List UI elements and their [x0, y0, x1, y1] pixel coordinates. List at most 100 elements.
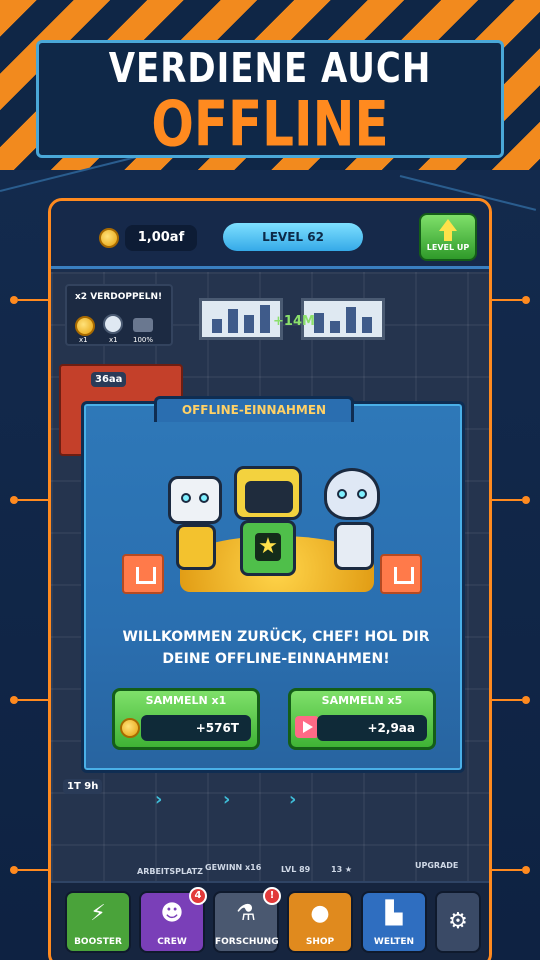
level-up-button[interactable]: LEVEL UP	[419, 213, 477, 261]
chart-monitor	[199, 298, 283, 340]
chevron-right-icon: ›	[223, 789, 231, 810]
robot-eye	[181, 493, 191, 503]
boost-panel[interactable]: x2 VERDOPPELN! x1 x1 100%	[65, 284, 173, 346]
collect-x5-value: +2,9aa	[317, 715, 427, 741]
bar	[228, 309, 238, 333]
stars-count: 13	[331, 865, 343, 874]
collect-x1-button[interactable]: SAMMELN x1 +576T	[112, 688, 260, 750]
side-dot	[10, 496, 18, 504]
upgrade-label: UPGRADE	[415, 861, 459, 870]
side-line	[492, 869, 522, 871]
bar	[314, 313, 324, 333]
nav-crew[interactable]: ☻ CREW 4	[139, 887, 207, 953]
stars-label: 13 ★	[331, 865, 353, 874]
side-dot	[10, 696, 18, 704]
bottom-nav: ⚡ BOOSTER ☻ CREW 4 ⚗ FORSCHUNG ! ● SHOP …	[51, 881, 489, 960]
coin-icon	[75, 316, 95, 336]
robot-visor	[245, 481, 293, 513]
level-display[interactable]: LEVEL 62	[223, 223, 363, 251]
dialog-message: WILLKOMMEN ZURÜCK, CHEF! HOL DIR DEINE O…	[98, 626, 454, 670]
arrow-up-icon	[439, 219, 457, 231]
nav-label: WELTEN	[373, 937, 415, 947]
notification-badge: 4	[189, 887, 207, 905]
clock-icon	[103, 314, 123, 334]
banner-title-line1: VERDIENE AUCH	[108, 45, 432, 93]
message-line1: WILLKOMMEN ZURÜCK, CHEF! HOL DIR	[122, 629, 430, 645]
lightning-icon: ⚡	[90, 901, 106, 926]
robot-eye	[199, 493, 209, 503]
robot-eye	[337, 489, 347, 499]
settings-button[interactable]: ⚙	[435, 891, 481, 953]
gear-icon: ⚙	[448, 909, 468, 934]
side-line	[18, 299, 48, 301]
nav-label: FORSCHUNG	[215, 937, 279, 947]
crate-icon	[380, 554, 422, 594]
robot-eye	[357, 489, 367, 499]
machine-value: 36aa	[91, 372, 127, 387]
robot-left-body	[176, 524, 216, 570]
offline-earnings-dialog: OFFLINE-EINNAHMEN ★ WILLKOMMEN ZURÜCK, C…	[81, 396, 465, 773]
notification-badge: !	[263, 887, 281, 905]
collect-x1-value: +576T	[141, 715, 251, 741]
side-dot	[10, 296, 18, 304]
crate-icon	[122, 554, 164, 594]
level-label: LVL 89	[281, 865, 311, 874]
arrow-stem	[444, 231, 452, 241]
collect-x1-label: SAMMELN x1	[145, 694, 227, 707]
bar	[212, 319, 222, 333]
side-dot	[522, 696, 530, 704]
flask-icon: ⚗	[236, 901, 256, 926]
boost-title: x2 VERDOPPELN!	[75, 292, 163, 302]
chevron-right-icon: ›	[289, 789, 297, 810]
nav-booster[interactable]: ⚡ BOOSTER	[65, 891, 131, 953]
collect-x5-button[interactable]: SAMMELN x5 +2,9aa	[288, 688, 436, 750]
title-banner: VERDIENE AUCH OFFLINE	[36, 40, 504, 161]
coin-icon	[99, 228, 119, 248]
banner-title-line2: OFFLINE	[151, 87, 389, 161]
boost-value: x1	[79, 336, 88, 344]
machine-icon	[133, 318, 153, 332]
nav-worlds[interactable]: ▙ WELTEN	[361, 891, 427, 953]
money-display: 1,00af	[125, 225, 197, 251]
robot-right-body	[334, 522, 374, 570]
side-line	[492, 299, 522, 301]
coin-icon	[120, 718, 140, 738]
collect-x5-label: SAMMELN x5	[321, 694, 403, 707]
coins-icon: ●	[310, 901, 330, 926]
side-dot	[522, 866, 530, 874]
side-line	[18, 869, 48, 871]
side-line	[18, 499, 48, 501]
bar	[330, 321, 340, 333]
side-dot	[522, 496, 530, 504]
side-line	[492, 699, 522, 701]
phone-frame: 1,00af LEVEL 62 LEVEL UP x2 VERDOPPELN! …	[48, 198, 492, 960]
top-bar: 1,00af LEVEL 62 LEVEL UP	[51, 201, 489, 269]
boost-value: x1	[109, 336, 118, 344]
bar	[362, 317, 372, 333]
message-line2: DEINE OFFLINE-EINNAHMEN!	[162, 651, 390, 667]
robot-middle-body: ★	[240, 520, 296, 576]
side-line	[492, 499, 522, 501]
factory-icon: ▙	[385, 901, 403, 926]
nav-label: CREW	[157, 937, 187, 947]
star-icon: ★	[255, 533, 281, 561]
level-up-label: LEVEL UP	[426, 243, 470, 252]
workplace-label: ARBEITSPLATZ	[137, 867, 203, 876]
timer-badge: 1T 9h	[63, 779, 103, 794]
robot-left-head	[168, 476, 222, 524]
boost-value: 100%	[133, 336, 154, 344]
dialog-title: OFFLINE-EINNAHMEN	[154, 396, 354, 422]
robot-right-head	[324, 468, 380, 520]
nav-research[interactable]: ⚗ FORSCHUNG !	[213, 887, 281, 953]
nav-shop[interactable]: ● SHOP	[287, 891, 353, 953]
bar	[346, 307, 356, 333]
robot-middle-head	[234, 466, 302, 520]
income-popup: +14M	[273, 314, 315, 329]
bar	[260, 305, 270, 333]
nav-label: SHOP	[305, 937, 335, 947]
side-line	[18, 699, 48, 701]
profit-label: GEWINN x16	[205, 863, 262, 872]
side-dot	[10, 866, 18, 874]
robot-icon: ☻	[160, 901, 184, 926]
nav-label: BOOSTER	[74, 937, 122, 947]
